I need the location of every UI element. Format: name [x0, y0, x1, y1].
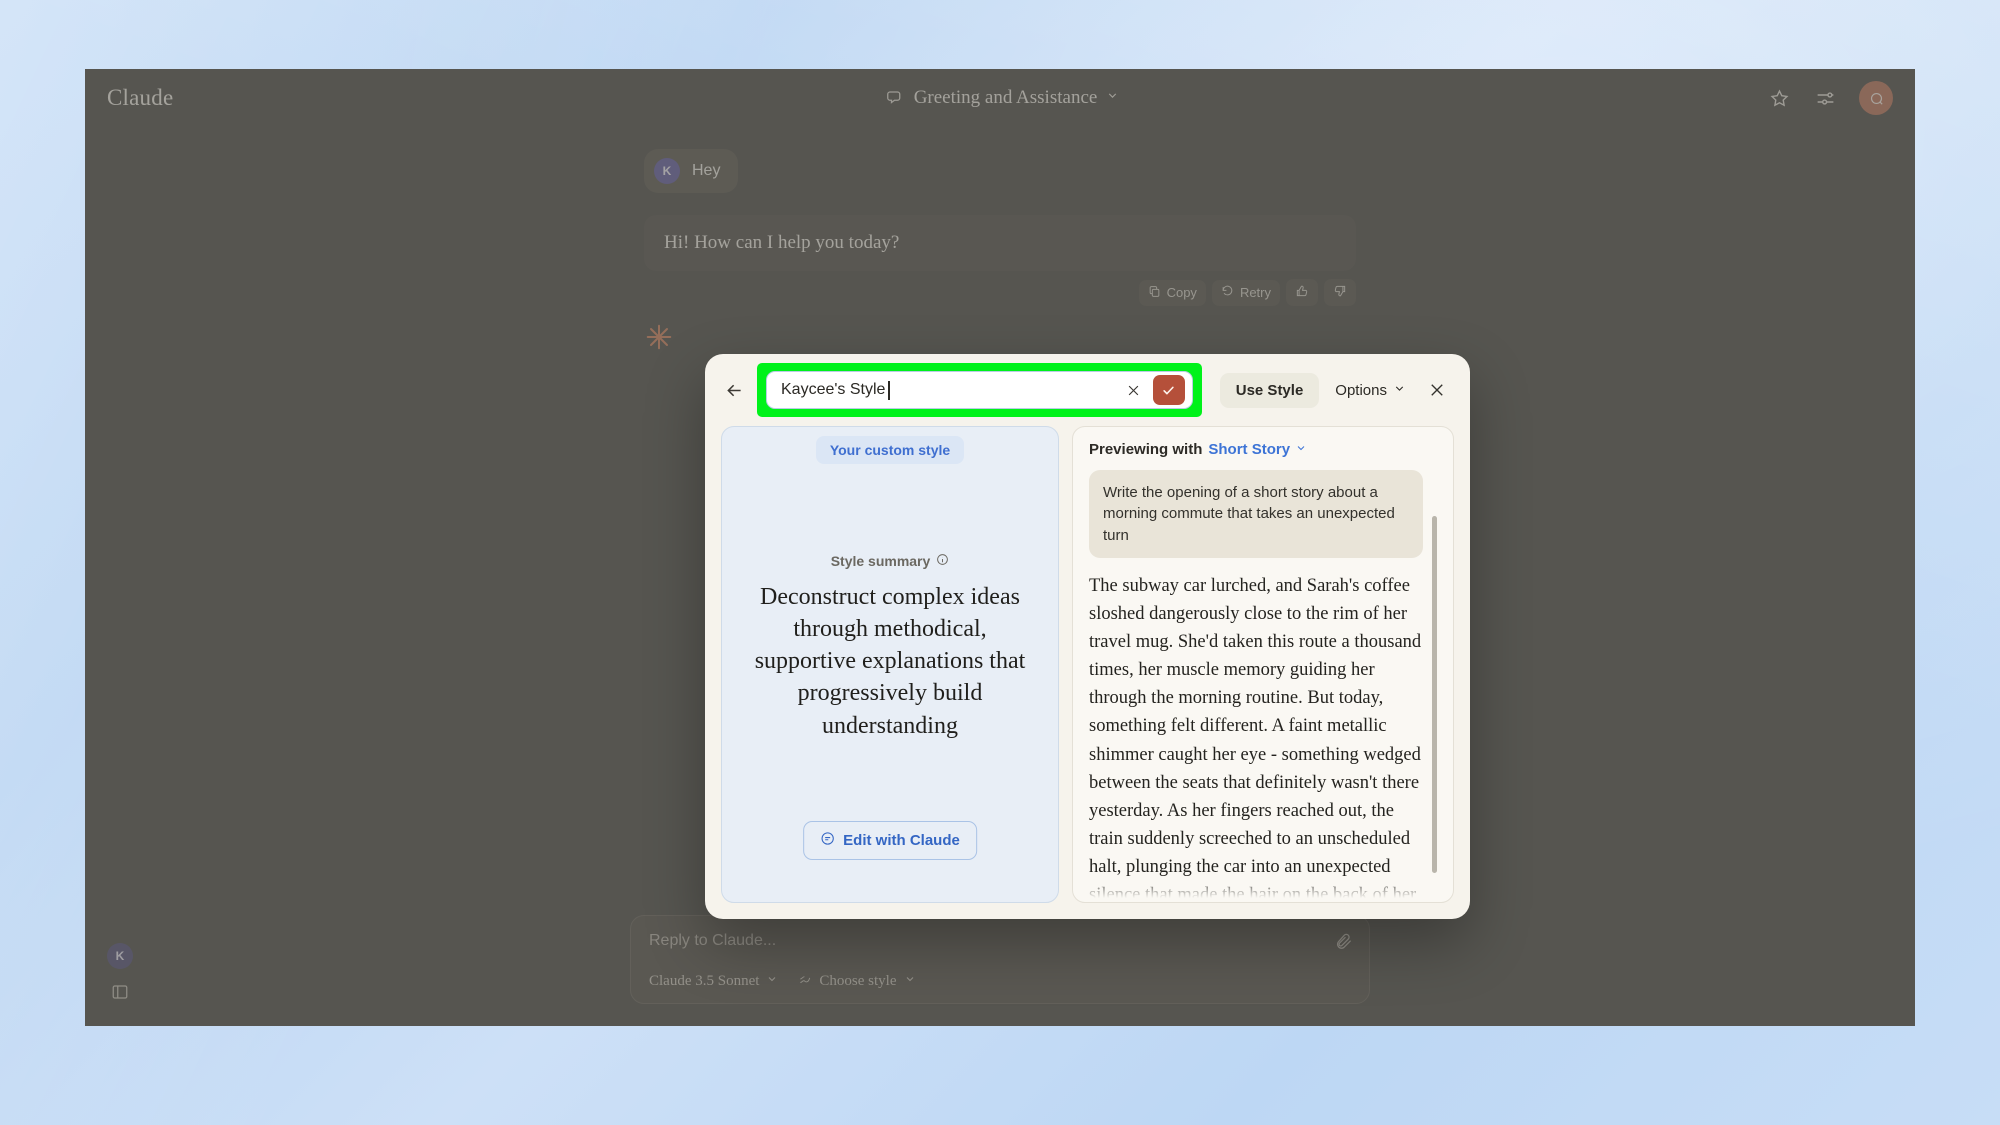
confirm-name-button[interactable]: [1153, 375, 1185, 405]
style-preview-panel: Previewing with Short Story Write the op…: [1072, 426, 1454, 903]
options-button[interactable]: Options: [1325, 373, 1416, 408]
style-summary-label: Style summary: [831, 553, 931, 569]
preview-scrollbar-thumb[interactable]: [1432, 516, 1437, 873]
chevron-down-icon: [1295, 441, 1307, 458]
style-summary-label-row: Style summary: [742, 553, 1038, 569]
preview-target-label: Short Story: [1208, 441, 1290, 458]
style-name-value: Kaycee's Style: [781, 381, 885, 399]
style-name-value-wrap: Kaycee's Style: [781, 381, 1115, 400]
preview-label: Previewing with: [1089, 441, 1202, 458]
close-modal-button[interactable]: [1422, 375, 1452, 405]
modal-header-actions: Use Style Options: [1220, 373, 1452, 408]
text-caret: [888, 381, 890, 400]
preview-scrollbar[interactable]: [1432, 516, 1437, 896]
preview-story-text: The subway car lurched, and Sarah's coff…: [1089, 572, 1423, 902]
style-editor-modal: Kaycee's Style Use: [705, 354, 1470, 919]
style-name-input[interactable]: Kaycee's Style: [766, 371, 1193, 409]
modal-header: Kaycee's Style Use: [705, 354, 1470, 426]
clear-name-button[interactable]: [1121, 377, 1147, 403]
claude-chat-icon: [820, 831, 835, 850]
claude-app-window: Claude Greeting and Assistance: [85, 69, 1915, 1026]
style-summary-text: Deconstruct complex ideas through method…: [742, 581, 1038, 742]
info-icon[interactable]: [936, 553, 949, 569]
edit-with-claude-label: Edit with Claude: [843, 832, 960, 849]
edit-with-claude-button[interactable]: Edit with Claude: [803, 821, 977, 860]
name-field-highlight: Kaycee's Style: [757, 363, 1202, 417]
back-arrow-icon[interactable]: [721, 377, 747, 403]
preview-target-selector[interactable]: Short Story: [1208, 441, 1307, 458]
style-summary-block: Style summary Deconstruct complex ideas …: [722, 553, 1058, 742]
preview-header: Previewing with Short Story: [1089, 441, 1437, 458]
modal-body: Your custom style Style summary Deconstr…: [705, 426, 1470, 919]
preview-scroll-area[interactable]: Write the opening of a short story about…: [1089, 470, 1437, 902]
preview-prompt-bubble: Write the opening of a short story about…: [1089, 470, 1423, 558]
style-summary-panel: Your custom style Style summary Deconstr…: [721, 426, 1059, 903]
chevron-down-icon: [1393, 382, 1406, 399]
use-style-button[interactable]: Use Style: [1220, 373, 1320, 408]
options-label: Options: [1335, 382, 1387, 399]
custom-style-badge: Your custom style: [816, 436, 964, 464]
